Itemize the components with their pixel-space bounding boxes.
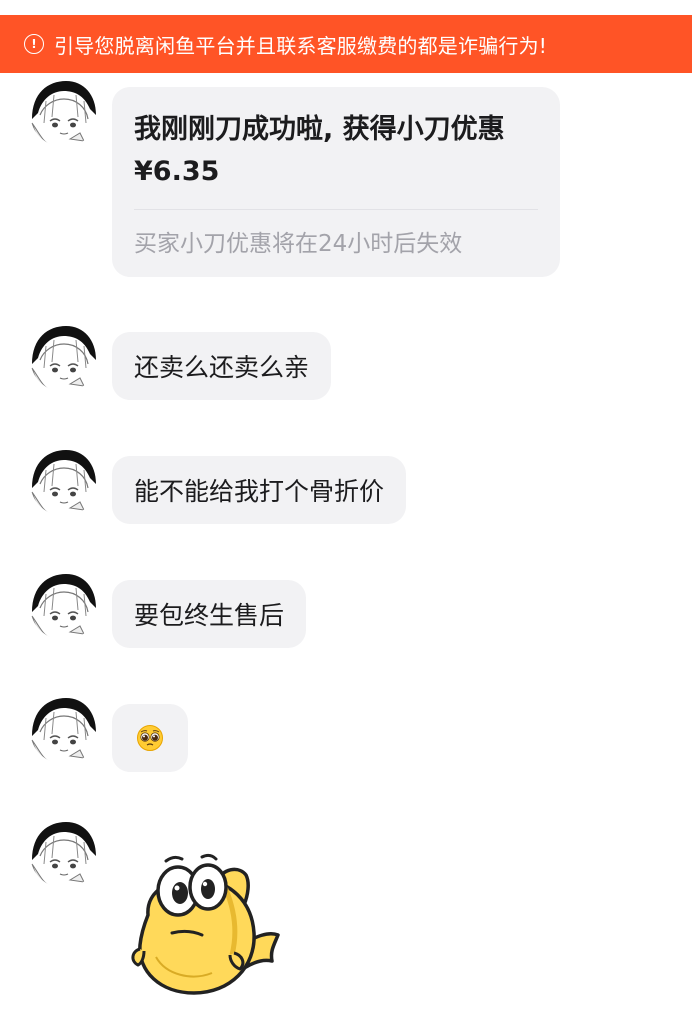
user-avatar[interactable] [30,572,98,640]
message-bubble[interactable]: 要包终生售后 [112,580,307,648]
user-avatar[interactable] [30,79,98,147]
warning-banner: ! 引导您脱离闲鱼平台并且联系客服缴费的都是诈骗行为! [0,15,692,73]
yellow-fish-sticker[interactable] [126,845,292,1005]
exclamation-circle-icon: ! [24,34,44,54]
bargain-card[interactable]: 我刚刚刀成功啦, 获得小刀优惠 ¥6.35 买家小刀优惠将在24小时后失效 [112,87,560,277]
pleading-face-emoji [137,725,163,751]
user-avatar[interactable] [30,820,98,888]
card-footer-text: 买家小刀优惠将在24小时后失效 [134,231,463,257]
message-bubble[interactable]: 能不能给我打个骨折价 [112,456,407,524]
message-text: 还卖么还卖么亲 [134,353,310,382]
user-avatar[interactable] [30,324,98,392]
user-avatar[interactable] [30,448,98,516]
card-divider [134,209,538,210]
card-amount: ¥6.35 [134,156,220,187]
message-text: 能不能给我打个骨折价 [134,477,385,506]
user-avatar[interactable] [30,696,98,764]
emoji-message-bubble[interactable] [112,704,188,772]
message-bubble[interactable]: 还卖么还卖么亲 [112,332,332,400]
message-text: 要包终生售后 [134,601,285,630]
card-title: 我刚刚刀成功啦, 获得小刀优惠 [134,114,505,145]
warning-text: 引导您脱离闲鱼平台并且联系客服缴费的都是诈骗行为! [54,33,548,58]
